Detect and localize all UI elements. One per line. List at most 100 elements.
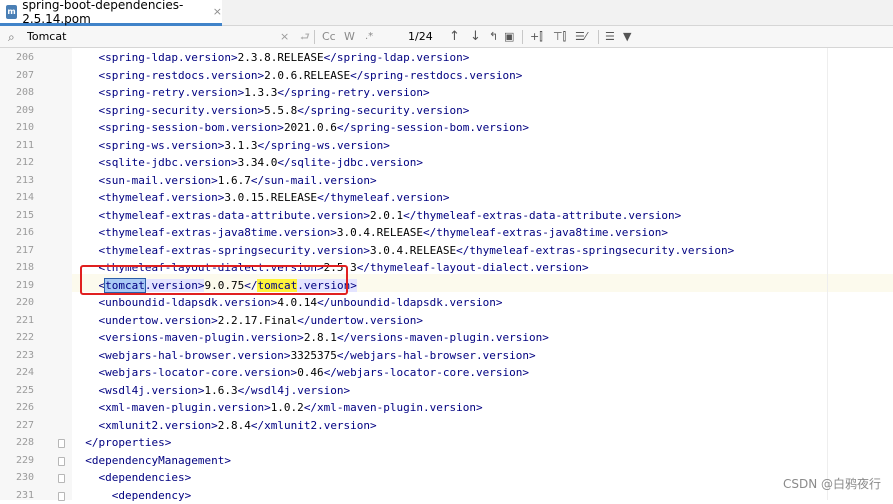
tag-close: </spring-session-bom.version> xyxy=(337,121,529,134)
code-line[interactable]: <webjars-locator-core.version>0.46</webj… xyxy=(72,364,529,382)
previous-occurrence-icon[interactable]: ↑ xyxy=(449,29,460,45)
tag-open: <unboundid-ldapsdk.version> xyxy=(99,296,278,309)
indent xyxy=(72,191,99,204)
line-number: 222 xyxy=(0,332,34,343)
code-line[interactable]: </properties> xyxy=(72,434,171,452)
tag-close: </undertow.version> xyxy=(297,314,423,327)
tag-close: </webjars-locator-core.version> xyxy=(324,366,529,379)
open-in-window-icon[interactable]: ▣ xyxy=(504,29,514,45)
line-number: 215 xyxy=(0,210,34,221)
tag-open: <versions-maven-plugin.version> xyxy=(99,331,304,344)
tag-open: <spring-restdocs.version> xyxy=(99,69,265,82)
element-value: 4.0.14 xyxy=(277,296,317,309)
code-line[interactable]: <sun-mail.version>1.6.7</sun-mail.versio… xyxy=(72,172,377,190)
annotation-box xyxy=(80,265,348,295)
tag-close: </wsdl4j.version> xyxy=(238,384,351,397)
tag-open: <thymeleaf-extras-data-attribute.version… xyxy=(99,209,371,222)
line-number: 208 xyxy=(0,87,34,98)
code-editor[interactable]: 2062072082092102112122132142152162172182… xyxy=(0,48,893,500)
line-number: 212 xyxy=(0,157,34,168)
line-number: 223 xyxy=(0,350,34,361)
code-line[interactable]: <thymeleaf-extras-java8time.version>3.0.… xyxy=(72,224,668,242)
indent xyxy=(72,244,99,257)
line-number-gutter: 2062072082092102112122132142152162172182… xyxy=(0,48,72,500)
indent xyxy=(72,366,99,379)
indent xyxy=(72,69,99,82)
code-line[interactable]: <spring-security.version>5.5.8</spring-s… xyxy=(72,102,469,120)
code-line[interactable]: <sqlite-jdbc.version>3.34.0</sqlite-jdbc… xyxy=(72,154,423,172)
next-occurrence-icon[interactable]: ↓ xyxy=(470,29,481,45)
indent xyxy=(72,331,99,344)
tag-close: </thymeleaf-extras-springsecurity.versio… xyxy=(456,244,734,257)
code-line[interactable]: <dependencies> xyxy=(72,469,191,487)
tag-close: </xml-maven-plugin.version> xyxy=(304,401,483,414)
fold-marker-icon[interactable] xyxy=(58,457,65,466)
right-margin-guide xyxy=(827,48,828,500)
tag-close: </sqlite-jdbc.version> xyxy=(277,156,423,169)
code-line[interactable]: <unboundid-ldapsdk.version>4.0.14</unbou… xyxy=(72,294,503,312)
indent xyxy=(72,471,99,484)
match-case-toggle[interactable]: Cc xyxy=(322,29,336,45)
line-number: 218 xyxy=(0,262,34,273)
code-line[interactable]: <spring-retry.version>1.3.3</spring-retr… xyxy=(72,84,430,102)
select-all-occurrences-icon[interactable]: ↰ xyxy=(489,29,498,45)
tag-open: <thymeleaf.version> xyxy=(99,191,225,204)
code-line[interactable]: <webjars-hal-browser.version>3325375</we… xyxy=(72,347,536,365)
code-line[interactable]: <spring-restdocs.version>2.0.6.RELEASE</… xyxy=(72,67,522,85)
tag-close: </unboundid-ldapsdk.version> xyxy=(317,296,502,309)
indent xyxy=(72,436,85,449)
indent xyxy=(72,296,99,309)
element-value: 2.2.17.Final xyxy=(218,314,297,327)
funnel-icon[interactable]: ▼ xyxy=(623,29,631,45)
indent xyxy=(72,51,99,64)
tab-filename: spring-boot-dependencies-2.5.14.pom xyxy=(22,0,206,26)
search-icon[interactable]: ⌕ xyxy=(8,29,15,45)
words-toggle[interactable]: W xyxy=(344,29,355,45)
code-line[interactable]: <thymeleaf-extras-data-attribute.version… xyxy=(72,207,681,225)
remove-selection-icon[interactable]: ⊤⫿ xyxy=(553,29,566,45)
fold-marker-icon[interactable] xyxy=(58,439,65,448)
code-line[interactable]: <xml-maven-plugin.version>1.0.2</xml-mav… xyxy=(72,399,483,417)
xml-tag: <dependencies> xyxy=(99,471,192,484)
code-line[interactable]: <thymeleaf-extras-springsecurity.version… xyxy=(72,242,734,260)
element-value: 1.0.2 xyxy=(271,401,304,414)
fold-marker-icon[interactable] xyxy=(58,474,65,483)
tab-pom-file[interactable]: m spring-boot-dependencies-2.5.14.pom × xyxy=(0,0,222,26)
filter-results-icon[interactable]: ☰ xyxy=(605,29,615,45)
tag-close: </versions-maven-plugin.version> xyxy=(337,331,549,344)
new-line-icon[interactable]: ⮐ xyxy=(300,29,310,45)
element-value: 2.0.6.RELEASE xyxy=(264,69,350,82)
indent xyxy=(72,104,99,117)
code-line[interactable]: <dependency> xyxy=(72,487,191,504)
element-value: 1.3.3 xyxy=(244,86,277,99)
element-value: 5.5.8 xyxy=(264,104,297,117)
add-selection-icon[interactable]: +⫿ xyxy=(530,29,543,45)
code-line[interactable]: <spring-session-bom.version>2021.0.6</sp… xyxy=(72,119,529,137)
code-line[interactable]: <spring-ldap.version>2.3.8.RELEASE</spri… xyxy=(72,49,469,67)
element-value: 1.6.7 xyxy=(218,174,251,187)
code-line[interactable]: <undertow.version>2.2.17.Final</undertow… xyxy=(72,312,423,330)
indent xyxy=(72,384,99,397)
tag-open: <webjars-hal-browser.version> xyxy=(99,349,291,362)
select-all-in-selection-icon[interactable]: ☰⁄ xyxy=(575,29,587,45)
code-line[interactable]: <wsdl4j.version>1.6.3</wsdl4j.version> xyxy=(72,382,350,400)
tag-open: <spring-retry.version> xyxy=(99,86,245,99)
toolbar-separator xyxy=(598,30,599,44)
clear-search-icon[interactable]: × xyxy=(280,29,289,45)
code-line[interactable]: <dependencyManagement> xyxy=(72,452,231,470)
close-tab-icon[interactable]: × xyxy=(213,5,222,18)
tag-close: </sun-mail.version> xyxy=(251,174,377,187)
code-line[interactable]: <thymeleaf.version>3.0.15.RELEASE</thyme… xyxy=(72,189,450,207)
fold-marker-icon[interactable] xyxy=(58,492,65,501)
maven-file-icon: m xyxy=(6,5,17,19)
indent xyxy=(72,121,99,134)
code-line[interactable]: <xmlunit2.version>2.8.4</xmlunit2.versio… xyxy=(72,417,377,435)
tag-open: <thymeleaf-extras-java8time.version> xyxy=(99,226,337,239)
code-line[interactable]: <spring-ws.version>3.1.3</spring-ws.vers… xyxy=(72,137,390,155)
regex-toggle[interactable]: .* xyxy=(365,29,373,45)
element-value: 3.0.4.RELEASE xyxy=(337,226,423,239)
tag-open: <thymeleaf-extras-springsecurity.version… xyxy=(99,244,371,257)
search-input[interactable] xyxy=(27,29,277,45)
indent xyxy=(72,349,99,362)
code-line[interactable]: <versions-maven-plugin.version>2.8.1</ve… xyxy=(72,329,549,347)
